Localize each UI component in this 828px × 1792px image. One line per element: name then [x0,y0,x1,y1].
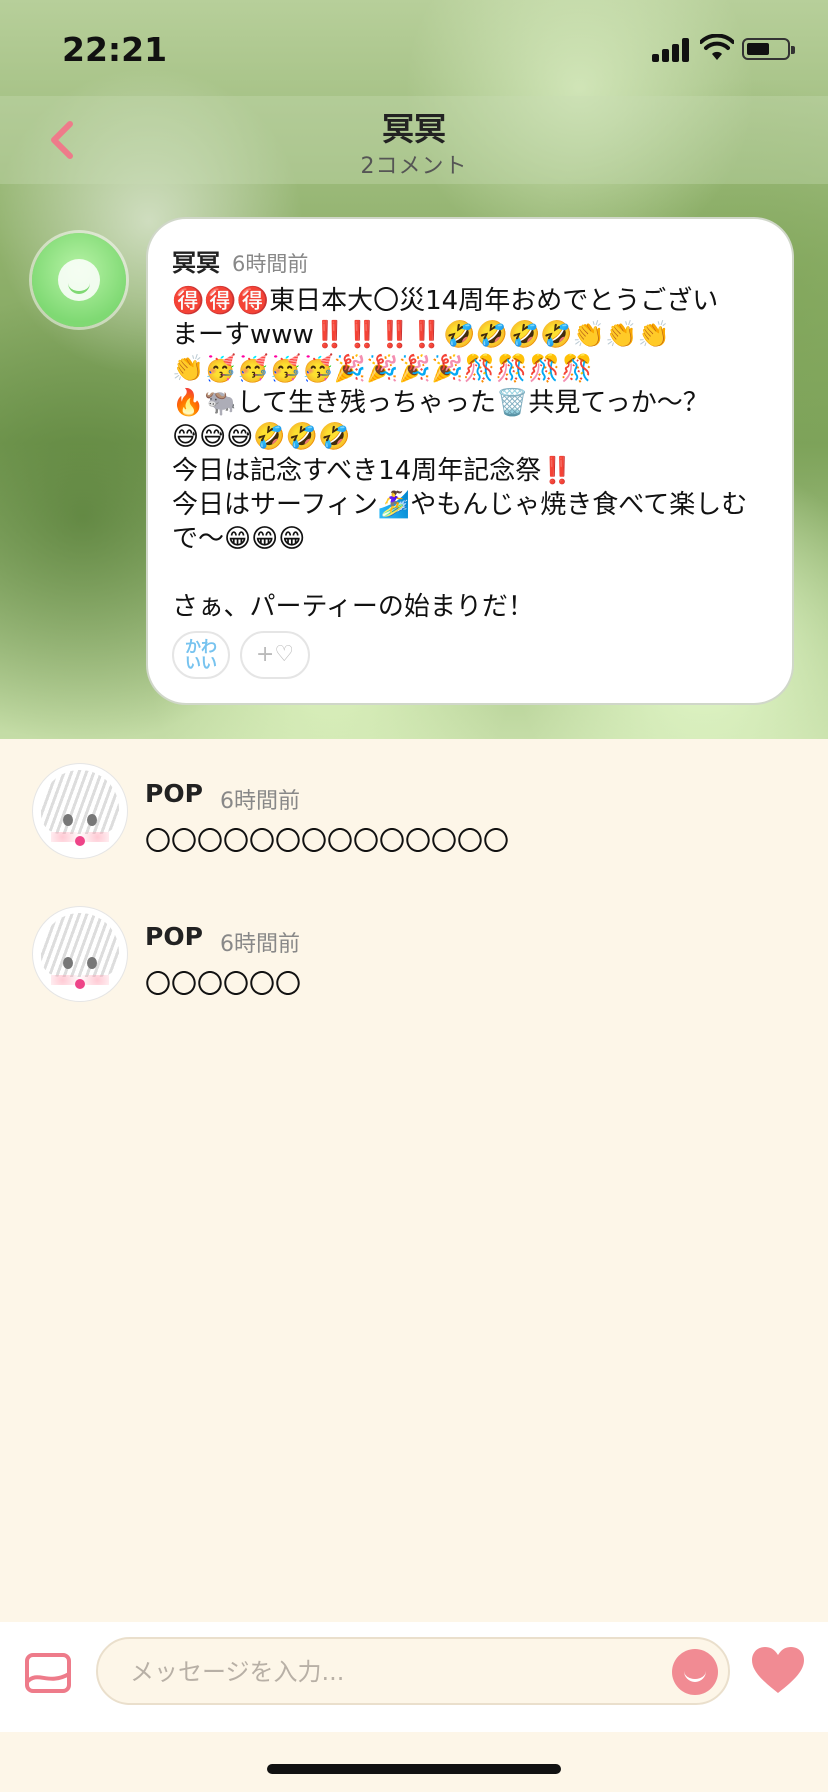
comment-item: POP 6時間前 〇〇〇〇〇〇〇〇〇〇〇〇〇〇 [0,739,828,859]
nav-bar: 冥冥 2コメント [0,96,828,184]
commenter-avatar[interactable] [32,906,128,1002]
battery-icon [742,38,795,60]
comment-text: 〇〇〇〇〇〇〇〇〇〇〇〇〇〇 [145,827,510,857]
comment-item: POP 6時間前 〇〇〇〇〇〇 [0,882,828,1002]
reaction-bar: かわ いい +♡ [172,631,310,679]
comment-time: 6時間前 [220,789,300,814]
home-indicator[interactable] [267,1764,561,1774]
post-background: 22:21 冥冥 2コメント 冥冥 6時間前 🉐🉐🉐東日本大〇災14周年おめでと… [0,0,828,739]
message-input-wrapper [96,1637,730,1705]
message-input[interactable] [128,1639,652,1705]
kawaii-reaction-button[interactable]: かわ いい [172,631,230,679]
post-body: 🉐🉐🉐東日本大〇災14周年おめでとうござい まーすwww‼️‼️‼️‼️🤣🤣🤣🤣… [172,286,748,622]
comment-count: 2コメント [360,154,468,179]
page-title: 冥冥 [381,110,446,148]
smile-stamp-icon[interactable] [672,1649,718,1695]
commenter-name: POP [145,922,203,951]
smile-icon [58,259,100,301]
comment-time: 6時間前 [220,932,300,957]
wifi-icon [700,34,734,60]
commenter-avatar[interactable] [32,763,128,859]
message-composer [0,1622,828,1732]
status-bar: 22:21 [0,0,828,96]
post-time: 6時間前 [232,252,309,276]
signal-icon [652,38,692,62]
status-time: 22:21 [62,30,168,69]
image-icon[interactable] [24,1652,72,1694]
poster-name: 冥冥 [172,249,220,277]
post-bubble: 冥冥 6時間前 🉐🉐🉐東日本大〇災14周年おめでとうござい まーすwww‼️‼️… [146,217,794,705]
commenter-name: POP [145,779,203,808]
heart-icon[interactable] [750,1646,806,1696]
poster-avatar[interactable] [32,233,126,327]
add-reaction-button[interactable]: +♡ [240,631,310,679]
comment-text: 〇〇〇〇〇〇 [145,970,302,1000]
